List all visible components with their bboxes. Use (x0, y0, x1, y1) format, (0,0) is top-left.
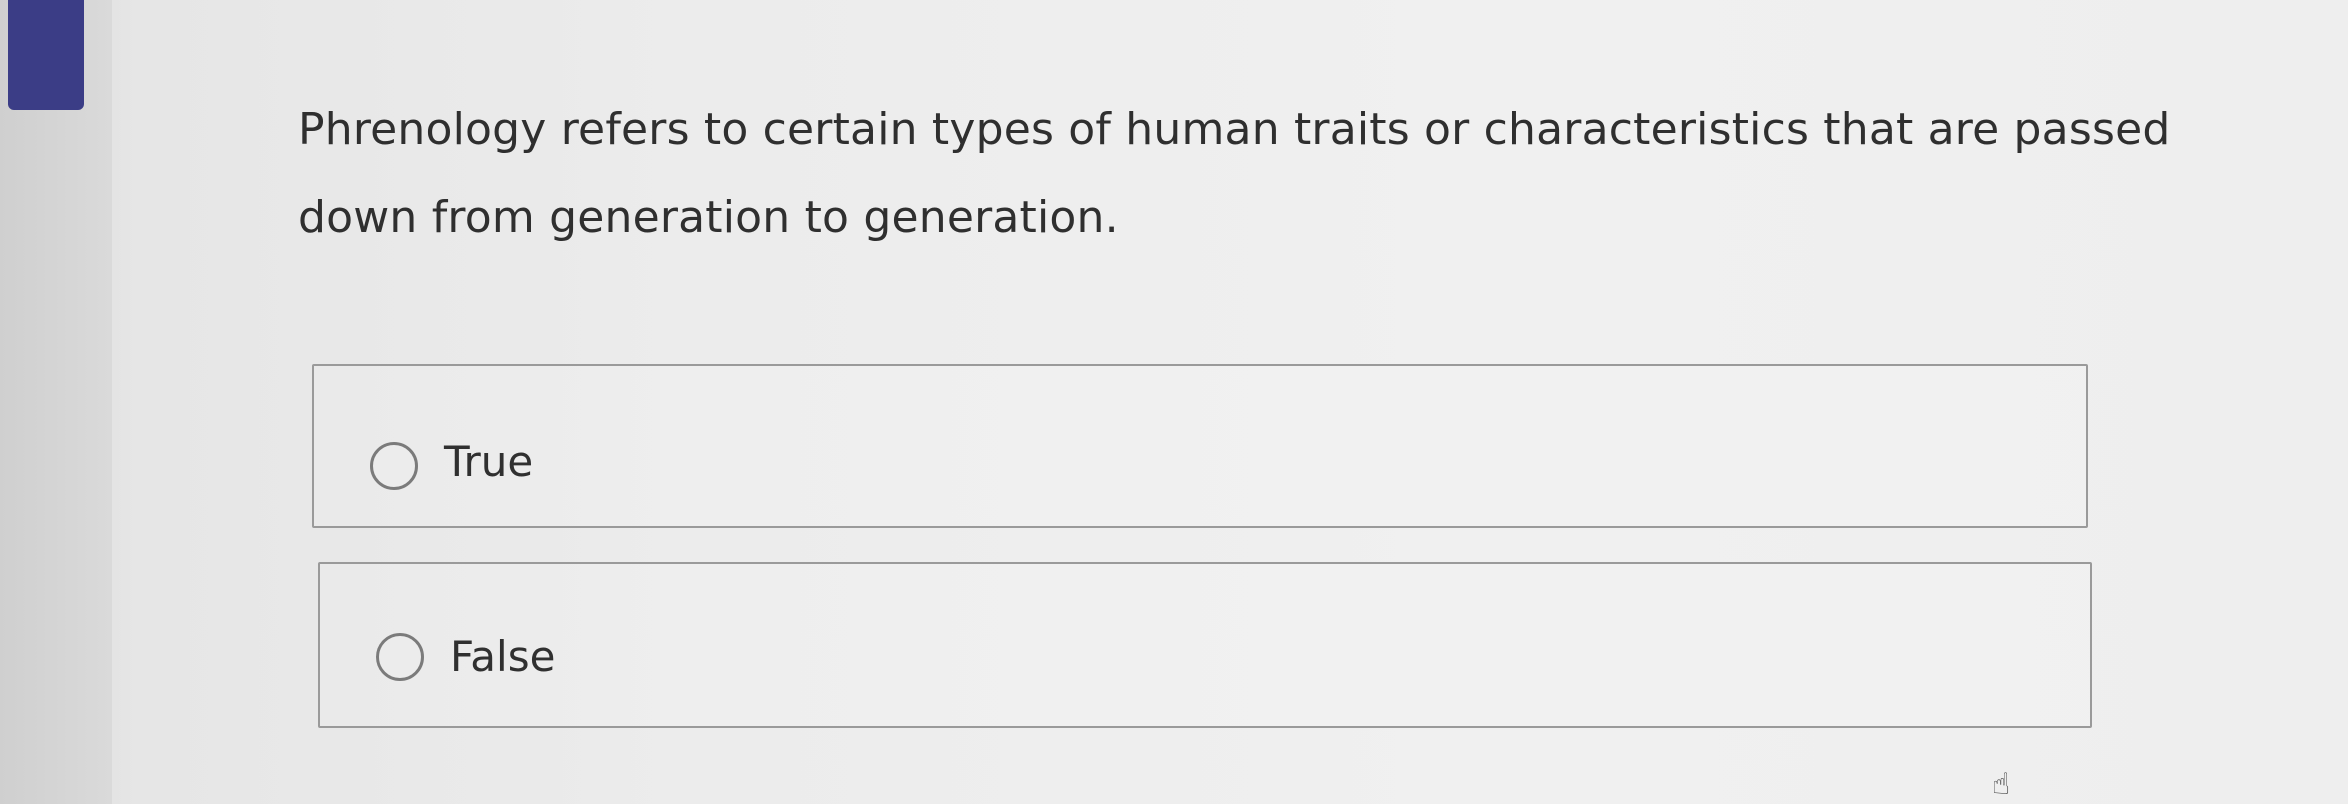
hand-cursor-icon: ☝ (1992, 767, 2011, 802)
sidebar-accent-block (8, 0, 84, 110)
question-text: Phrenology refers to certain types of hu… (298, 104, 2171, 243)
radio-icon[interactable] (376, 633, 424, 681)
question-content: Phrenology refers to certain types of hu… (112, 0, 2348, 804)
radio-icon[interactable] (370, 442, 418, 490)
answer-option-true[interactable]: True (312, 364, 2088, 528)
left-sidebar (0, 0, 112, 804)
answer-option-false-label: False (450, 632, 556, 681)
answer-option-false[interactable]: False (318, 562, 2092, 728)
answer-option-true-label: True (444, 437, 534, 486)
quiz-page: Phrenology refers to certain types of hu… (0, 0, 2348, 804)
